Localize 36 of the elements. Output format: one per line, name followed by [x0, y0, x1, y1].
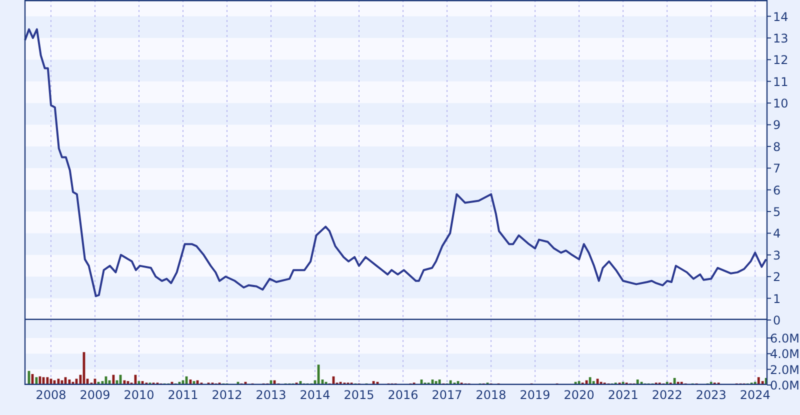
- axis-label: 4: [773, 226, 781, 241]
- axis-label: 2009: [80, 388, 110, 402]
- axis-label: 6: [773, 183, 781, 198]
- axis-label: 2.0M: [770, 362, 800, 377]
- axis-label: 11: [773, 74, 788, 89]
- axis-label: 7: [773, 162, 781, 176]
- axis-label: 2012: [212, 388, 242, 402]
- axis-label: 9: [773, 118, 781, 132]
- axis-label: 2023: [696, 388, 726, 402]
- axis-label: 2013: [256, 388, 286, 402]
- axis-label: 1: [773, 292, 781, 306]
- axis-label: 5: [773, 205, 781, 220]
- axis-label: 3: [773, 248, 781, 262]
- axis-label: 4.0M: [770, 347, 800, 362]
- axis-label: 14: [773, 10, 788, 24]
- axis-label: 12: [773, 53, 788, 68]
- axis-label: 2014: [300, 388, 330, 402]
- axis-label: 6.0M: [770, 332, 800, 346]
- axis-label: 2: [773, 270, 781, 284]
- axis-label: 0: [773, 314, 781, 328]
- axis-label: 8: [773, 140, 781, 154]
- axis-label: 2019: [520, 388, 550, 402]
- axis-label: 13: [773, 31, 788, 46]
- axis-label: 2018: [476, 388, 506, 402]
- axis-label: 2022: [652, 388, 682, 402]
- axis-label: 2011: [168, 388, 198, 402]
- axis-label: 2017: [432, 388, 462, 402]
- axis-label: 2015: [344, 388, 374, 402]
- axis-label: 2008: [36, 388, 66, 402]
- axis-label: 0.0M: [770, 378, 800, 392]
- axis-label: 2021: [608, 388, 638, 402]
- axis-label: 2016: [388, 388, 418, 402]
- axis-label: 2024: [740, 388, 770, 402]
- axis-label: 2020: [564, 388, 594, 402]
- axis-label: 2010: [124, 388, 154, 402]
- axis-label: 10: [773, 96, 788, 111]
